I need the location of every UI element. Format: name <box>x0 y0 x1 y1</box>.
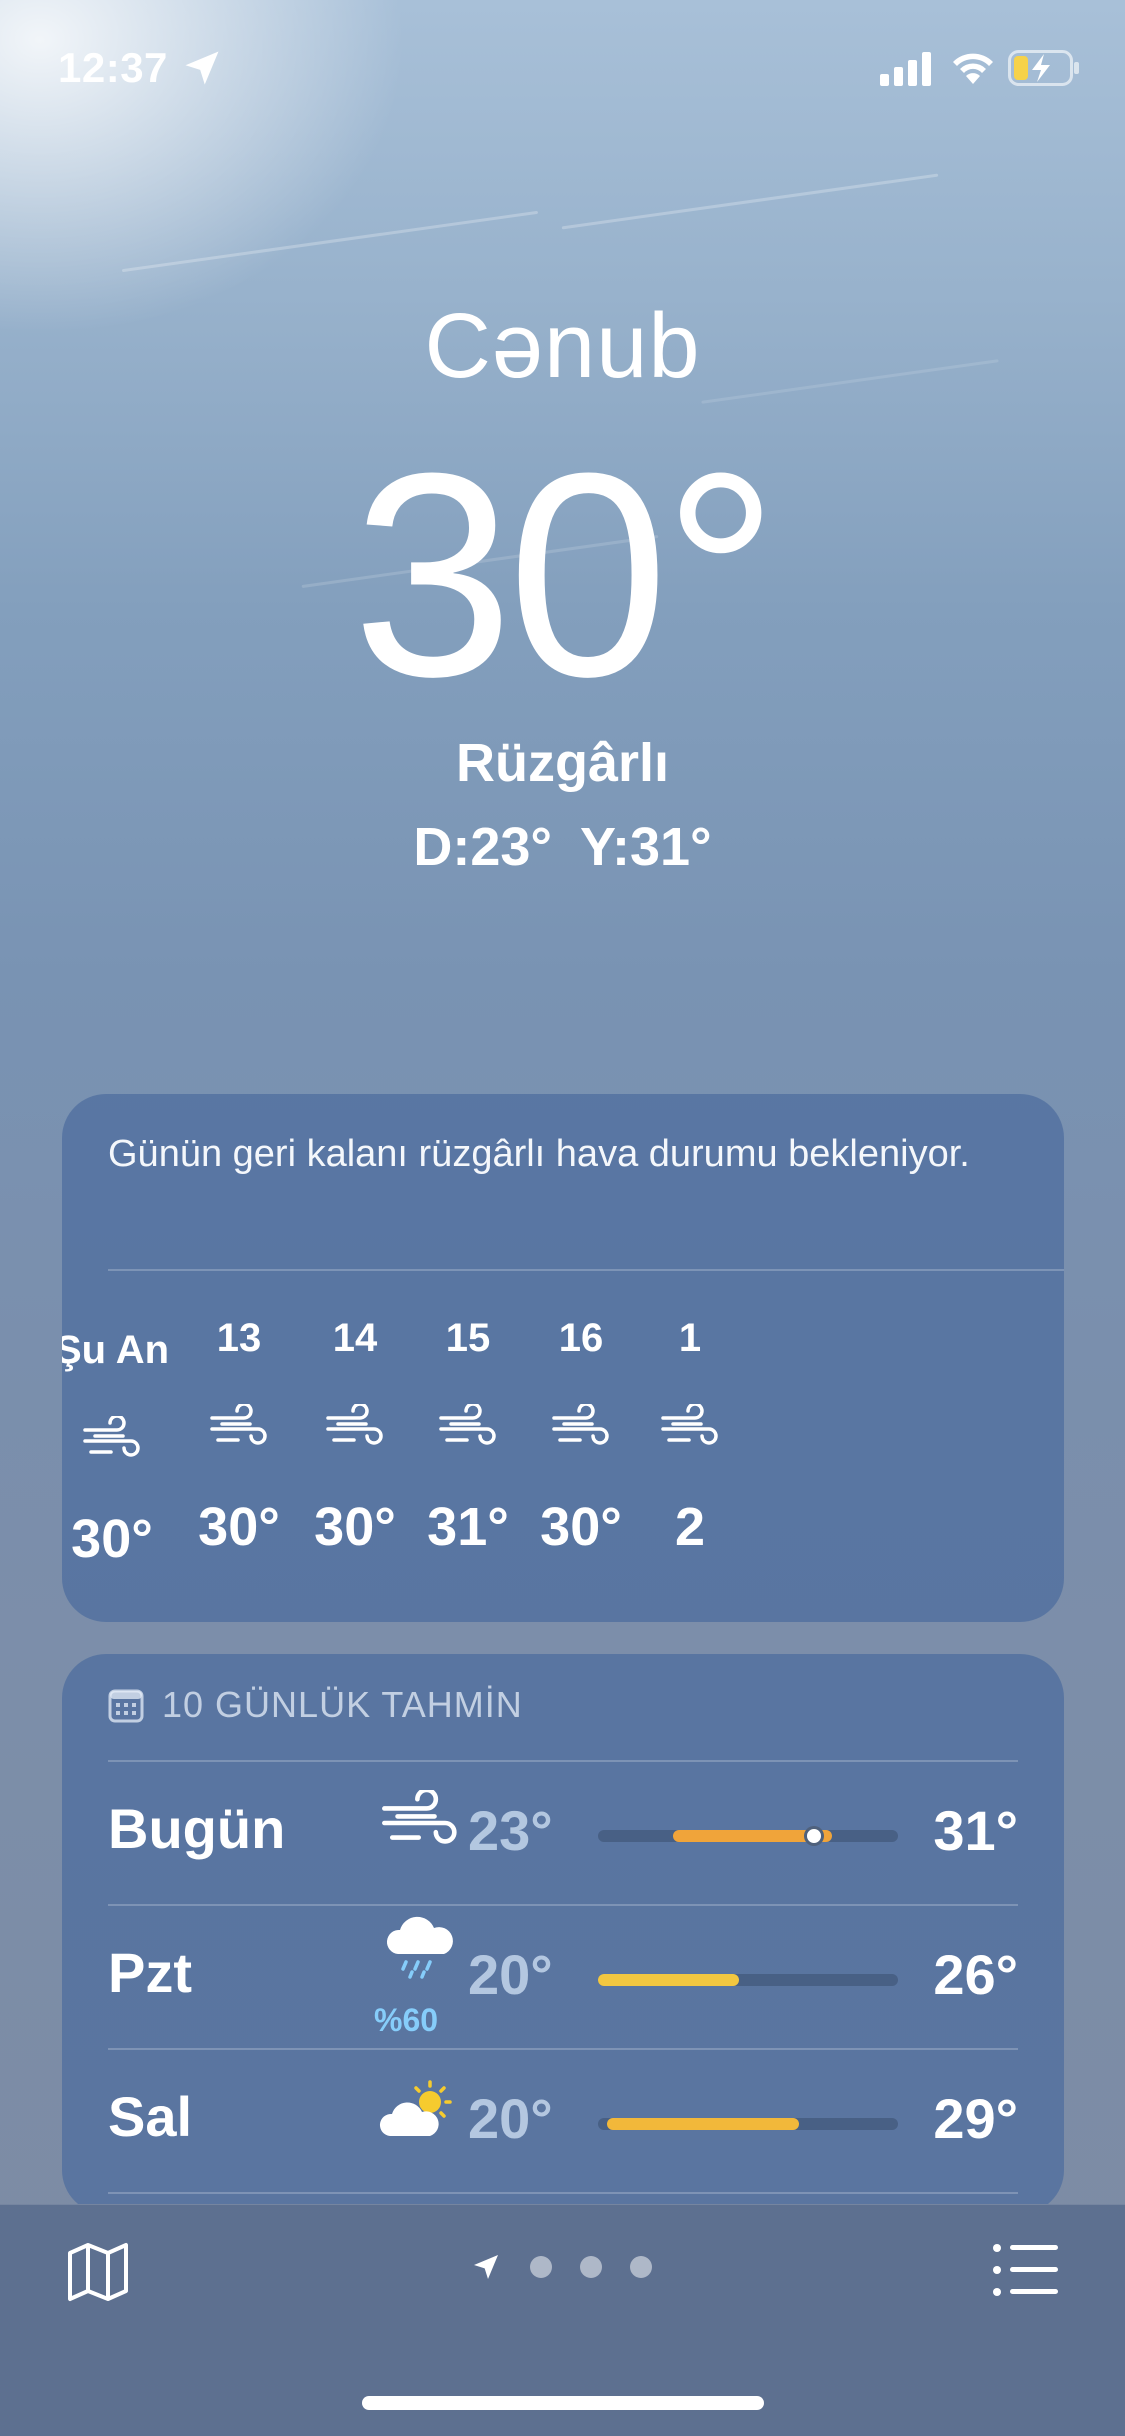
current-temp-marker <box>804 1826 824 1846</box>
cloud-streak <box>121 210 539 273</box>
precipitation-chance: %60 <box>374 2002 439 2038</box>
hour-label: 1 <box>678 1316 702 1360</box>
divider <box>108 1269 1064 1271</box>
wind-icon <box>210 1404 267 1445</box>
temperature-range-fill <box>598 1974 739 1986</box>
day-name: Sal <box>108 2085 193 2148</box>
page-dot[interactable] <box>580 2256 602 2278</box>
cloud-streak <box>561 173 939 230</box>
wind-icon <box>326 1404 383 1445</box>
temperature-range-bar <box>598 1974 898 1986</box>
high-temp: Y:31° <box>579 817 712 877</box>
battery-charging-icon <box>1008 50 1079 86</box>
wind-icon <box>382 1790 457 1844</box>
day-row[interactable]: Sal 20° 29° <box>108 2048 1018 2192</box>
page-indicator[interactable] <box>470 2251 652 2283</box>
hourly-item: 12 <box>610 1310 770 1558</box>
low-temp: D:23° <box>413 817 552 877</box>
temperature-range-bar <box>598 1826 898 1846</box>
forecast-summary: Günün geri kalanı rüzgârlı hava durumu b… <box>108 1133 970 1175</box>
cellular-signal-icon <box>880 52 931 86</box>
divider <box>108 2192 1018 2194</box>
temperature-range-fill <box>607 2118 799 2130</box>
cloud-rain-icon <box>386 1916 453 1979</box>
day-high-temp: 31° <box>933 1799 1018 1862</box>
daily-header-label: 10 GÜNLÜK TAHMİN <box>162 1684 523 1725</box>
day-name: Pzt <box>108 1941 192 2004</box>
day-high-temp: 26° <box>933 1943 1018 2006</box>
city-name: Cənub <box>424 295 701 397</box>
weather-condition: Rüzgârlı <box>455 733 670 793</box>
day-low-temp: 20° <box>468 1943 553 2006</box>
high-low: D:23° Y:31° <box>0 816 1125 878</box>
partly-sunny-icon <box>379 2080 452 2136</box>
list-icon[interactable] <box>992 2243 1060 2297</box>
day-low-temp: 20° <box>468 2087 553 2150</box>
current-weather: Cənub 30° Rüzgârlı D:23° Y:31° <box>0 295 1125 877</box>
calendar-icon <box>108 1689 144 1723</box>
page-dot[interactable] <box>530 2256 552 2278</box>
day-low-temp: 23° <box>468 1799 553 1862</box>
day-row[interactable]: Bugün 23° 31° <box>108 1760 1018 1904</box>
status-bar: 12:37 <box>0 0 1125 140</box>
hour-temp: 2 <box>674 1497 706 1557</box>
hourly-forecast-card[interactable]: Günün geri kalanı rüzgârlı hava durumu b… <box>62 1094 1064 1622</box>
temperature-value: 30 <box>352 413 669 737</box>
map-icon[interactable] <box>66 2239 130 2303</box>
wind-icon <box>83 1416 140 1457</box>
wind-icon <box>439 1404 496 1445</box>
day-row[interactable]: Pzt %60 20° 26° <box>108 1904 1018 2048</box>
current-temperature: 30° <box>0 430 1125 720</box>
location-arrow-icon <box>185 51 219 85</box>
temperature-range-bar <box>598 2118 898 2130</box>
page-dot[interactable] <box>630 2256 652 2278</box>
day-name: Bugün <box>108 1797 286 1860</box>
home-indicator[interactable] <box>362 2396 764 2410</box>
daily-forecast-card[interactable]: 10 GÜNLÜK TAHMİN Bugün 23° 31° Pzt %60 20° 26°… <box>62 1654 1064 2214</box>
wind-icon <box>661 1404 718 1445</box>
daily-header: 10 GÜNLÜK TAHMİN <box>108 1684 523 1726</box>
wifi-icon <box>953 53 993 84</box>
day-high-temp: 29° <box>933 2087 1018 2150</box>
status-time: 12:37 <box>58 44 168 91</box>
wind-icon <box>552 1404 609 1445</box>
location-arrow-icon <box>474 2255 498 2279</box>
degree-symbol: ° <box>662 413 779 737</box>
